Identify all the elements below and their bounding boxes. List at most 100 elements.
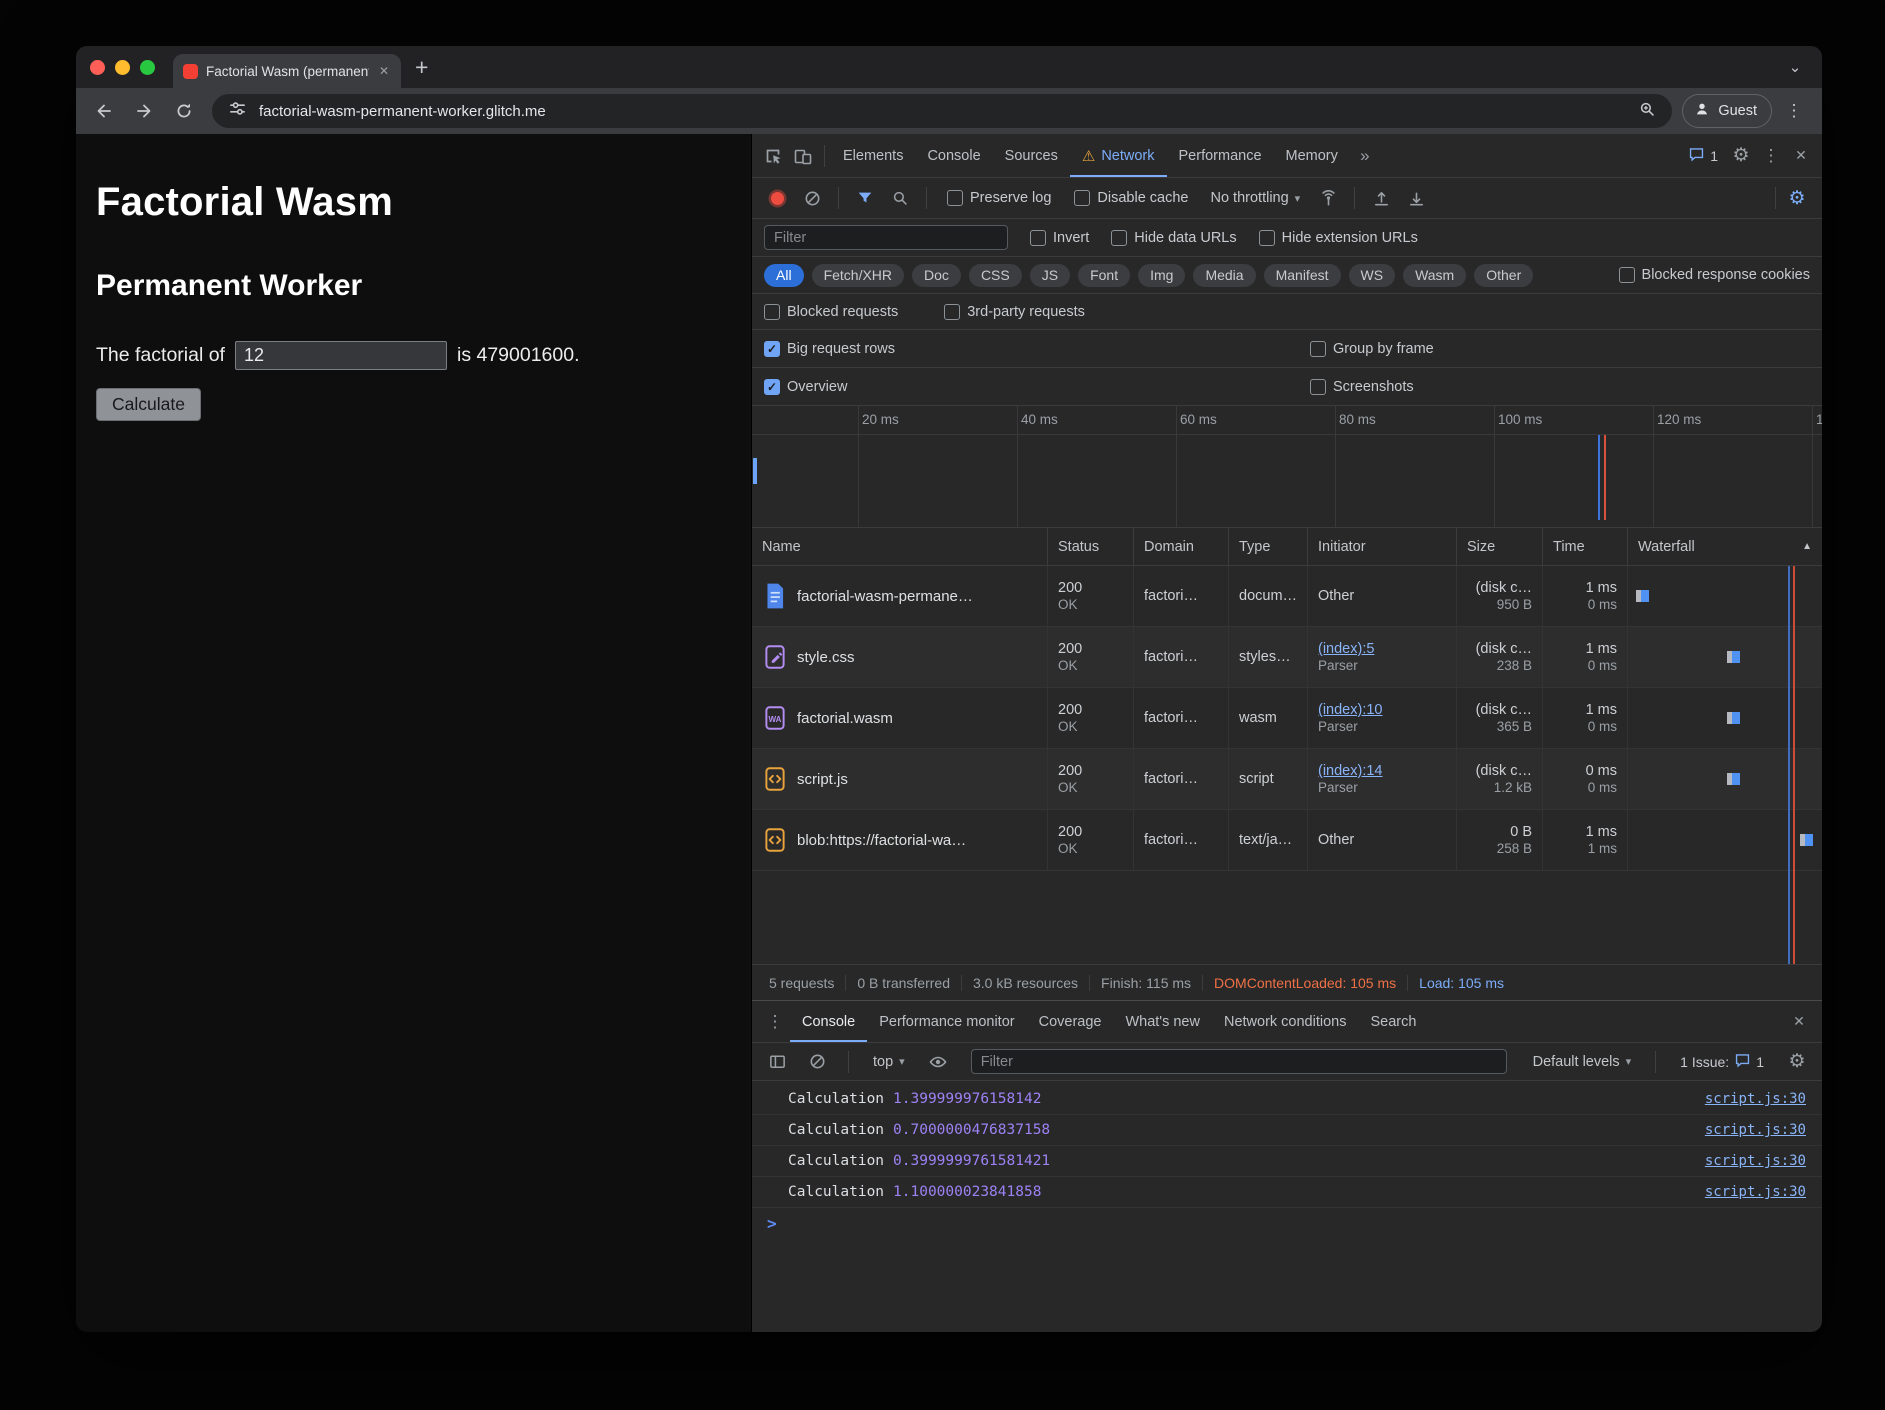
blocked-response-cookies-checkbox[interactable]: Blocked response cookies	[1619, 267, 1810, 283]
group-by-frame-checkbox[interactable]: Group by frame	[1310, 341, 1810, 357]
maximize-window-button[interactable]	[140, 60, 155, 75]
third-party-requests-checkbox[interactable]: 3rd-party requests	[944, 304, 1085, 320]
initiator-link[interactable]: (index):5	[1318, 641, 1446, 657]
new-tab-button[interactable]: +	[415, 56, 428, 79]
more-tabs-icon[interactable]: »	[1350, 141, 1380, 171]
invert-checkbox[interactable]: Invert	[1030, 230, 1089, 246]
tab-console[interactable]: Console	[915, 134, 992, 177]
browser-tab[interactable]: Factorial Wasm (permanent W ✕	[173, 54, 401, 88]
column-header-status[interactable]: Status	[1048, 528, 1134, 565]
record-button[interactable]	[762, 183, 792, 213]
column-header-type[interactable]: Type	[1229, 528, 1308, 565]
initiator-link[interactable]: (index):14	[1318, 763, 1446, 779]
filter-chip-font[interactable]: Font	[1078, 264, 1130, 287]
drawer-issues-counter[interactable]: 1 Issue: 1	[1672, 1052, 1772, 1072]
console-settings-icon[interactable]: ⚙	[1782, 1047, 1812, 1077]
filter-chip-other[interactable]: Other	[1474, 264, 1533, 287]
overview-checkbox[interactable]: Overview	[764, 379, 1264, 395]
filter-chip-css[interactable]: CSS	[969, 264, 1022, 287]
timeline-overview[interactable]: 20 ms 40 ms 60 ms 80 ms 100 ms 120 ms 14	[752, 406, 1822, 528]
request-row[interactable]: style.css 200OK factori… styles… (index)…	[752, 627, 1822, 688]
disable-cache-checkbox[interactable]: Disable cache	[1074, 190, 1188, 206]
filter-chip-media[interactable]: Media	[1193, 264, 1255, 287]
column-header-size[interactable]: Size	[1457, 528, 1543, 565]
request-row[interactable]: script.js 200OK factori… script (index):…	[752, 749, 1822, 810]
drawer-tab-coverage[interactable]: Coverage	[1027, 1001, 1114, 1042]
clear-console-icon[interactable]	[802, 1047, 832, 1077]
tab-sources[interactable]: Sources	[993, 134, 1070, 177]
search-icon[interactable]	[885, 183, 915, 213]
device-toolbar-icon[interactable]	[788, 141, 818, 171]
network-filter-input[interactable]	[764, 225, 1008, 250]
live-expression-eye-icon[interactable]	[923, 1047, 953, 1077]
forward-button[interactable]	[126, 93, 162, 129]
address-bar[interactable]: factorial-wasm-permanent-worker.glitch.m…	[212, 94, 1672, 128]
request-row[interactable]: factorial-wasm-permane… 200OK factori… d…	[752, 566, 1822, 627]
network-settings-gear-icon[interactable]: ⚙	[1782, 183, 1812, 213]
tab-performance[interactable]: Performance	[1167, 134, 1274, 177]
big-request-rows-checkbox[interactable]: Big request rows	[764, 341, 1264, 357]
console-sidebar-icon[interactable]	[762, 1047, 792, 1077]
drawer-tab-performance-monitor[interactable]: Performance monitor	[867, 1001, 1026, 1042]
hide-extension-urls-checkbox[interactable]: Hide extension URLs	[1259, 230, 1418, 246]
import-har-icon[interactable]	[1366, 183, 1396, 213]
settings-gear-icon[interactable]: ⚙	[1726, 141, 1756, 171]
reload-button[interactable]	[166, 93, 202, 129]
drawer-tab-search[interactable]: Search	[1358, 1001, 1428, 1042]
source-link[interactable]: script.js:30	[1705, 1153, 1806, 1169]
filter-chip-ws[interactable]: WS	[1349, 264, 1396, 287]
tab-memory[interactable]: Memory	[1274, 134, 1350, 177]
inspect-element-icon[interactable]	[758, 141, 788, 171]
export-har-icon[interactable]	[1401, 183, 1431, 213]
filter-chip-manifest[interactable]: Manifest	[1264, 264, 1341, 287]
source-link[interactable]: script.js:30	[1705, 1184, 1806, 1200]
tab-network[interactable]: ⚠ Network	[1070, 134, 1167, 177]
network-conditions-icon[interactable]	[1313, 183, 1343, 213]
blocked-requests-checkbox[interactable]: Blocked requests	[764, 304, 898, 320]
filter-icon[interactable]	[850, 183, 880, 213]
initiator-link[interactable]: (index):10	[1318, 702, 1446, 718]
request-row[interactable]: WA factorial.wasm 200OK factori… wasm (i…	[752, 688, 1822, 749]
column-header-initiator[interactable]: Initiator	[1308, 528, 1457, 565]
log-levels-select[interactable]: Default levels ▾	[1525, 1054, 1640, 1070]
hide-data-urls-checkbox[interactable]: Hide data URLs	[1111, 230, 1236, 246]
browser-menu-icon[interactable]: ⋮	[1776, 93, 1812, 129]
drawer-tab-network-conditions[interactable]: Network conditions	[1212, 1001, 1359, 1042]
clear-network-log-icon[interactable]	[797, 183, 827, 213]
preserve-log-checkbox[interactable]: Preserve log	[947, 190, 1051, 206]
source-link[interactable]: script.js:30	[1705, 1091, 1806, 1107]
factorial-input[interactable]	[235, 341, 447, 370]
zoom-icon[interactable]	[1638, 100, 1656, 123]
profile-button[interactable]: Guest	[1682, 94, 1772, 128]
drawer-tab-whats-new[interactable]: What's new	[1113, 1001, 1212, 1042]
console-prompt[interactable]: >	[752, 1208, 1822, 1239]
close-window-button[interactable]	[90, 60, 105, 75]
request-row[interactable]: blob:https://factorial-wa… 200OK factori…	[752, 810, 1822, 871]
tab-close-icon[interactable]: ✕	[377, 64, 391, 78]
screenshots-checkbox[interactable]: Screenshots	[1310, 379, 1810, 395]
column-header-domain[interactable]: Domain	[1134, 528, 1229, 565]
filter-chip-fetch-xhr[interactable]: Fetch/XHR	[812, 264, 904, 287]
filter-chip-wasm[interactable]: Wasm	[1403, 264, 1466, 287]
drawer-close-icon[interactable]: ✕	[1784, 1007, 1814, 1037]
javascript-context-select[interactable]: top ▾	[865, 1054, 913, 1070]
throttling-select[interactable]: No throttling ▾	[1202, 190, 1308, 206]
filter-chip-js[interactable]: JS	[1030, 264, 1070, 287]
drawer-tab-console[interactable]: Console	[790, 1001, 867, 1042]
calculate-button[interactable]: Calculate	[96, 388, 201, 421]
devtools-menu-icon[interactable]: ⋮	[1756, 141, 1786, 171]
devtools-close-icon[interactable]: ✕	[1786, 141, 1816, 171]
issues-counter[interactable]: 1	[1680, 146, 1726, 166]
column-header-name[interactable]: Name	[752, 528, 1048, 565]
tab-search-icon[interactable]: ⌄	[1782, 54, 1808, 80]
back-button[interactable]	[86, 93, 122, 129]
tab-elements[interactable]: Elements	[831, 134, 915, 177]
filter-chip-all[interactable]: All	[764, 264, 804, 287]
filter-chip-doc[interactable]: Doc	[912, 264, 961, 287]
column-header-waterfall[interactable]: Waterfall ▲	[1628, 528, 1822, 565]
drawer-menu-icon[interactable]: ⋮	[760, 1007, 790, 1037]
source-link[interactable]: script.js:30	[1705, 1122, 1806, 1138]
minimize-window-button[interactable]	[115, 60, 130, 75]
column-header-time[interactable]: Time	[1543, 528, 1628, 565]
filter-chip-img[interactable]: Img	[1138, 264, 1185, 287]
